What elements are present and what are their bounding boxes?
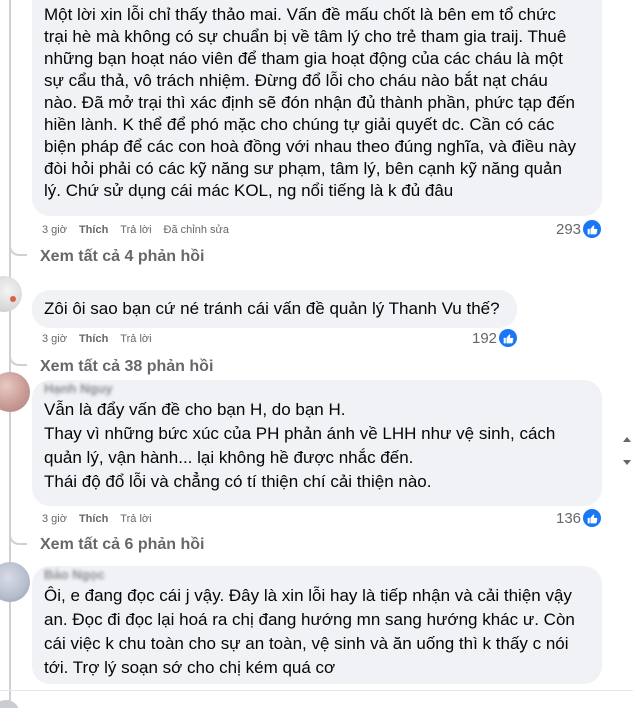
avatar[interactable] [0, 276, 22, 312]
reply-connector [9, 533, 27, 545]
comment-line: cái việc k chu toàn cho sự an toàn, vệ s… [44, 634, 569, 653]
comment-bubble: Zôi ôi sao bạn cứ né tránh cái vấn đề qu… [32, 290, 517, 328]
avatar[interactable] [0, 700, 20, 708]
reply-button[interactable]: Trả lời [120, 513, 151, 525]
avatar[interactable] [0, 562, 30, 602]
comment-line: an. Đọc đi đọc lại hoá ra chị đang hướng… [44, 610, 575, 629]
avatar[interactable] [0, 372, 30, 412]
timestamp[interactable]: 3 giờ [42, 333, 67, 345]
like-button[interactable]: Thích [79, 333, 108, 345]
comment-actions: 3 giờ Thích Trả lời [42, 333, 152, 345]
like-button[interactable]: Thích [79, 224, 108, 236]
reaction-number: 192 [472, 329, 498, 347]
view-replies-link[interactable]: Xem tất cả 4 phản hồi [40, 248, 204, 266]
comment-bubble: Hạnh Nguy Vẫn là đẩy vấn đề cho bạn H, d… [32, 380, 602, 506]
comment-line: Zôi ôi sao bạn cứ né tránh cái vấn đề qu… [44, 299, 500, 318]
comment-bubble: Một lời xin lỗi chỉ thấy thảo mai. Vấn đ… [32, 0, 602, 216]
timestamp[interactable]: 3 giờ [42, 224, 67, 236]
comment-line: trại hè mà không có sự chuẩn bị về tâm l… [44, 27, 567, 46]
comment-actions: 3 giờ Thích Trả lời Đã chỉnh sửa [42, 224, 229, 236]
reaction-count[interactable]: 136 [556, 509, 602, 527]
scroll-down-icon[interactable] [621, 456, 633, 470]
comment-text: Ôi, e đang đọc cái j vậy. Đây là xin lỗi… [44, 584, 590, 680]
comment-line: Một lời xin lỗi chỉ thấy thảo mai. Vấn đ… [44, 5, 557, 24]
comment-text: Một lời xin lỗi chỉ thấy thảo mai. Vấn đ… [44, 4, 590, 202]
comment-line: sự cẩu thả, vô trách nhiệm. Đừng đổ lỗi … [44, 71, 548, 90]
comment-line: Thái độ đổ lỗi và chẳng có tí thiện chí … [44, 472, 432, 491]
comment-line: biện pháp để các con hoà đồng với nhau t… [44, 137, 576, 156]
comment-line: tới. Trợ lý soạn sớ cho chị kém quá cơ [44, 658, 336, 677]
reaction-number: 293 [556, 220, 582, 238]
thumbs-up-icon [583, 509, 602, 527]
comment-text: Zôi ôi sao bạn cứ né tránh cái vấn đề qu… [44, 298, 505, 320]
edited-label[interactable]: Đã chỉnh sửa [164, 224, 229, 236]
comment-actions: 3 giờ Thích Trả lời [42, 513, 152, 525]
comment-line: lý. Chứ sử dụng cái mác KOL, ng nổi tiến… [44, 181, 454, 200]
divider [0, 690, 633, 691]
thumbs-up-icon [583, 220, 602, 238]
comment-line: hiền lành. K thể để phó mặc cho chúng tự… [44, 115, 555, 134]
comment-bubble: Bảo Ngọc Ôi, e đang đọc cái j vậy. Đây l… [32, 566, 602, 684]
comment-line: Ôi, e đang đọc cái j vậy. Đây là xin lỗi… [44, 586, 572, 605]
like-button[interactable]: Thích [79, 513, 108, 525]
scroll-up-icon[interactable] [621, 432, 633, 446]
thumbs-up-icon [499, 329, 518, 347]
comment-line: nào. Đã mở trại thì xác định sẽ đón nhận… [44, 93, 576, 112]
comment-line: những bạn hoạt náo viên để tham gia hoạt… [44, 49, 563, 68]
reaction-count[interactable]: 293 [556, 220, 602, 238]
reaction-count[interactable]: 192 [472, 329, 518, 347]
comment-line: đòi hỏi phải có các kỹ năng sư phạm, tâm… [44, 159, 562, 178]
comment-author[interactable]: Hạnh Nguy [44, 382, 590, 396]
reaction-number: 136 [556, 509, 582, 527]
reply-button[interactable]: Trả lời [120, 224, 151, 236]
comment-line: Vẫn là đẩy vấn đề cho bạn H, do bạn H. [44, 400, 346, 419]
reply-button[interactable]: Trả lời [120, 333, 151, 345]
comment-author[interactable]: Bảo Ngọc [44, 568, 590, 582]
reply-connector [9, 244, 27, 256]
comment-line: quản lý, vận hành... lại không hề được n… [44, 448, 414, 467]
view-replies-link[interactable]: Xem tất cả 6 phản hồi [40, 536, 204, 554]
timestamp[interactable]: 3 giờ [42, 513, 67, 525]
comment-text: Vẫn là đẩy vấn đề cho bạn H, do bạn H. T… [44, 398, 590, 494]
comment-line: Thay vì những bức xúc của PH phản ánh về… [44, 424, 556, 443]
reply-connector [9, 354, 27, 366]
view-replies-link[interactable]: Xem tất cả 38 phản hồi [40, 358, 213, 376]
